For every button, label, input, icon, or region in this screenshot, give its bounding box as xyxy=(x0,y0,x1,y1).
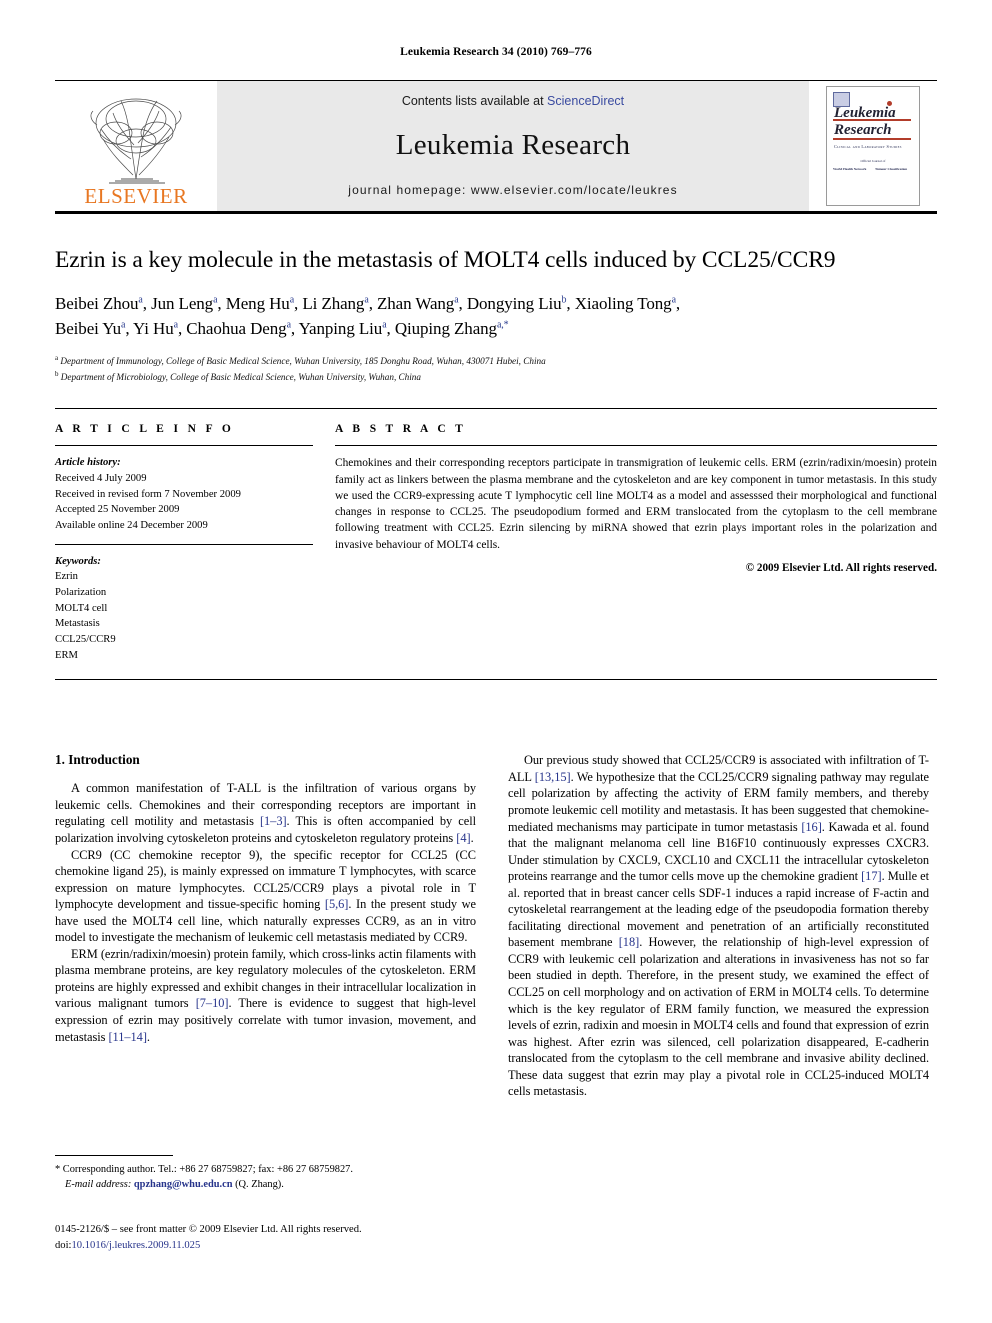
cover-title-line2: Research xyxy=(834,122,892,138)
homepage-url[interactable]: www.elsevier.com/locate/leukres xyxy=(471,183,678,197)
keywords-rule xyxy=(55,543,313,545)
email-label: E-mail address: xyxy=(65,1178,132,1190)
keywords-label: Keywords: xyxy=(55,555,101,567)
keyword-item: MOLT4 cell xyxy=(55,602,108,614)
article-info-rule xyxy=(55,445,313,447)
cover-mini-right: Tumour Classification xyxy=(875,167,908,171)
left-column: 1. Introduction A common manifestation o… xyxy=(55,752,476,1099)
author-line-1: Beibei Zhoua, Jun Lenga, Meng Hua, Li Zh… xyxy=(55,294,681,314)
info-abstract-band: A R T I C L E I N F O Article history: R… xyxy=(55,408,937,663)
abstract-text: Chemokines and their corresponding recep… xyxy=(335,457,937,551)
journal-cover-thumbnail: Leukemia Research Clinical and Laborator… xyxy=(826,86,920,206)
page-title: Ezrin is a key molecule in the metastasi… xyxy=(55,247,836,273)
copyright-line: © 2009 Elsevier Ltd. All rights reserved… xyxy=(745,562,937,575)
body-paragraph: CCR9 (CC chemokine receptor 9), the spec… xyxy=(55,847,476,945)
affiliation-b: b Department of Microbiology, College of… xyxy=(55,369,421,382)
author-line-2: Beibei Yua, Yi Hua, Chaohua Denga, Yanpi… xyxy=(55,318,509,338)
footnote-text: * Corresponding author. Tel.: +86 27 687… xyxy=(55,1163,476,1193)
elsevier-logo: ELSEVIER xyxy=(55,81,217,211)
title-block: Ezrin is a key molecule in the metastasi… xyxy=(55,214,937,384)
keyword-item: ERM xyxy=(55,649,78,661)
keyword-item: Polarization xyxy=(55,586,107,598)
abstract-rule xyxy=(335,445,937,447)
affiliations: a Department of Immunology, College of B… xyxy=(55,353,937,384)
page-footer: 0145-2126/$ – see front matter © 2009 El… xyxy=(55,1222,555,1254)
contents-available-line: Contents lists available at ScienceDirec… xyxy=(402,94,624,108)
running-head: Leukemia Research 34 (2010) 769–776 xyxy=(400,46,592,58)
email-suffix: (Q. Zhang). xyxy=(232,1178,284,1190)
footnote-email-line: E-mail address: qpzhang@whu.edu.cn (Q. Z… xyxy=(55,1178,476,1193)
author-list: Beibei Zhoua, Jun Lenga, Meng Hua, Li Zh… xyxy=(55,292,937,341)
masthead-center: Contents lists available at ScienceDirec… xyxy=(217,81,809,211)
section-heading-introduction: 1. Introduction xyxy=(55,752,140,768)
issn-copyright-line: 0145-2126/$ – see front matter © 2009 El… xyxy=(55,1224,362,1235)
keyword-item: CCL25/CCR9 xyxy=(55,634,116,645)
journal-cover-cell: Leukemia Research Clinical and Laborator… xyxy=(809,81,937,211)
elsevier-tree-icon xyxy=(90,98,182,184)
journal-title: Leukemia Research xyxy=(395,129,631,161)
cover-subtitle: Clinical and Laboratory Studies xyxy=(834,144,902,149)
history-item: Received 4 July 2009 xyxy=(55,472,147,484)
history-item: Available online 24 December 2009 xyxy=(55,519,208,531)
article-history: Article history: Received 4 July 2009 Re… xyxy=(55,455,313,533)
abstract-column: A B S T R A C T Chemokines and their cor… xyxy=(335,423,937,663)
paper-page: Leukemia Research 34 (2010) 769–776 ELSE… xyxy=(0,0,992,1323)
keyword-item: Metastasis xyxy=(55,618,100,630)
body-paragraph: Our previous study showed that CCL25/CCR… xyxy=(508,753,929,1099)
body-paragraph: ERM (ezrin/radixin/moesin) protein famil… xyxy=(55,946,476,1044)
corresponding-author-footnote: * Corresponding author. Tel.: +86 27 687… xyxy=(55,1155,476,1193)
keyword-item: Ezrin xyxy=(55,571,78,583)
keywords-list: Keywords: Ezrin Polarization MOLT4 cell … xyxy=(55,554,313,664)
info-abstract-bottom-rule xyxy=(55,679,937,681)
journal-homepage-line: journal homepage: www.elsevier.com/locat… xyxy=(348,183,677,197)
cover-title-line1: Leukemia xyxy=(834,105,896,121)
affiliation-a: a Department of Immunology, College of B… xyxy=(55,354,546,367)
doi-line: doi:10.1016/j.leukres.2009.11.025 xyxy=(55,1238,555,1254)
body-paragraph: A common manifestation of T-ALL is the i… xyxy=(55,781,476,845)
history-item: Accepted 25 November 2009 xyxy=(55,504,180,516)
doi-label: doi: xyxy=(55,1239,72,1251)
cover-mini-left: World Health Network xyxy=(833,167,867,171)
elsevier-wordmark: ELSEVIER xyxy=(84,184,188,208)
email-link[interactable]: qpzhang@whu.edu.cn xyxy=(134,1179,233,1190)
doi-link[interactable]: 10.1016/j.leukres.2009.11.025 xyxy=(71,1240,200,1251)
journal-masthead: ELSEVIER Contents lists available at Sci… xyxy=(55,80,937,211)
abstract-heading: A B S T R A C T xyxy=(335,423,467,436)
article-history-label: Article history: xyxy=(55,457,121,469)
body-columns: 1. Introduction A common manifestation o… xyxy=(55,752,937,1099)
history-item: Received in revised form 7 November 2009 xyxy=(55,488,241,500)
right-column: Our previous study showed that CCL25/CCR… xyxy=(508,752,929,1099)
article-info-column: A R T I C L E I N F O Article history: R… xyxy=(55,423,313,663)
cover-mini-line1: Official Journal of xyxy=(860,159,886,163)
footnote-rule xyxy=(55,1155,173,1156)
footnote-contact-line: * Corresponding author. Tel.: +86 27 687… xyxy=(55,1164,353,1175)
sciencedirect-link[interactable]: ScienceDirect xyxy=(547,94,624,108)
homepage-prefix: journal homepage: xyxy=(348,183,471,197)
article-info-heading: A R T I C L E I N F O xyxy=(55,423,235,436)
contents-prefix: Contents lists available at xyxy=(401,94,548,108)
